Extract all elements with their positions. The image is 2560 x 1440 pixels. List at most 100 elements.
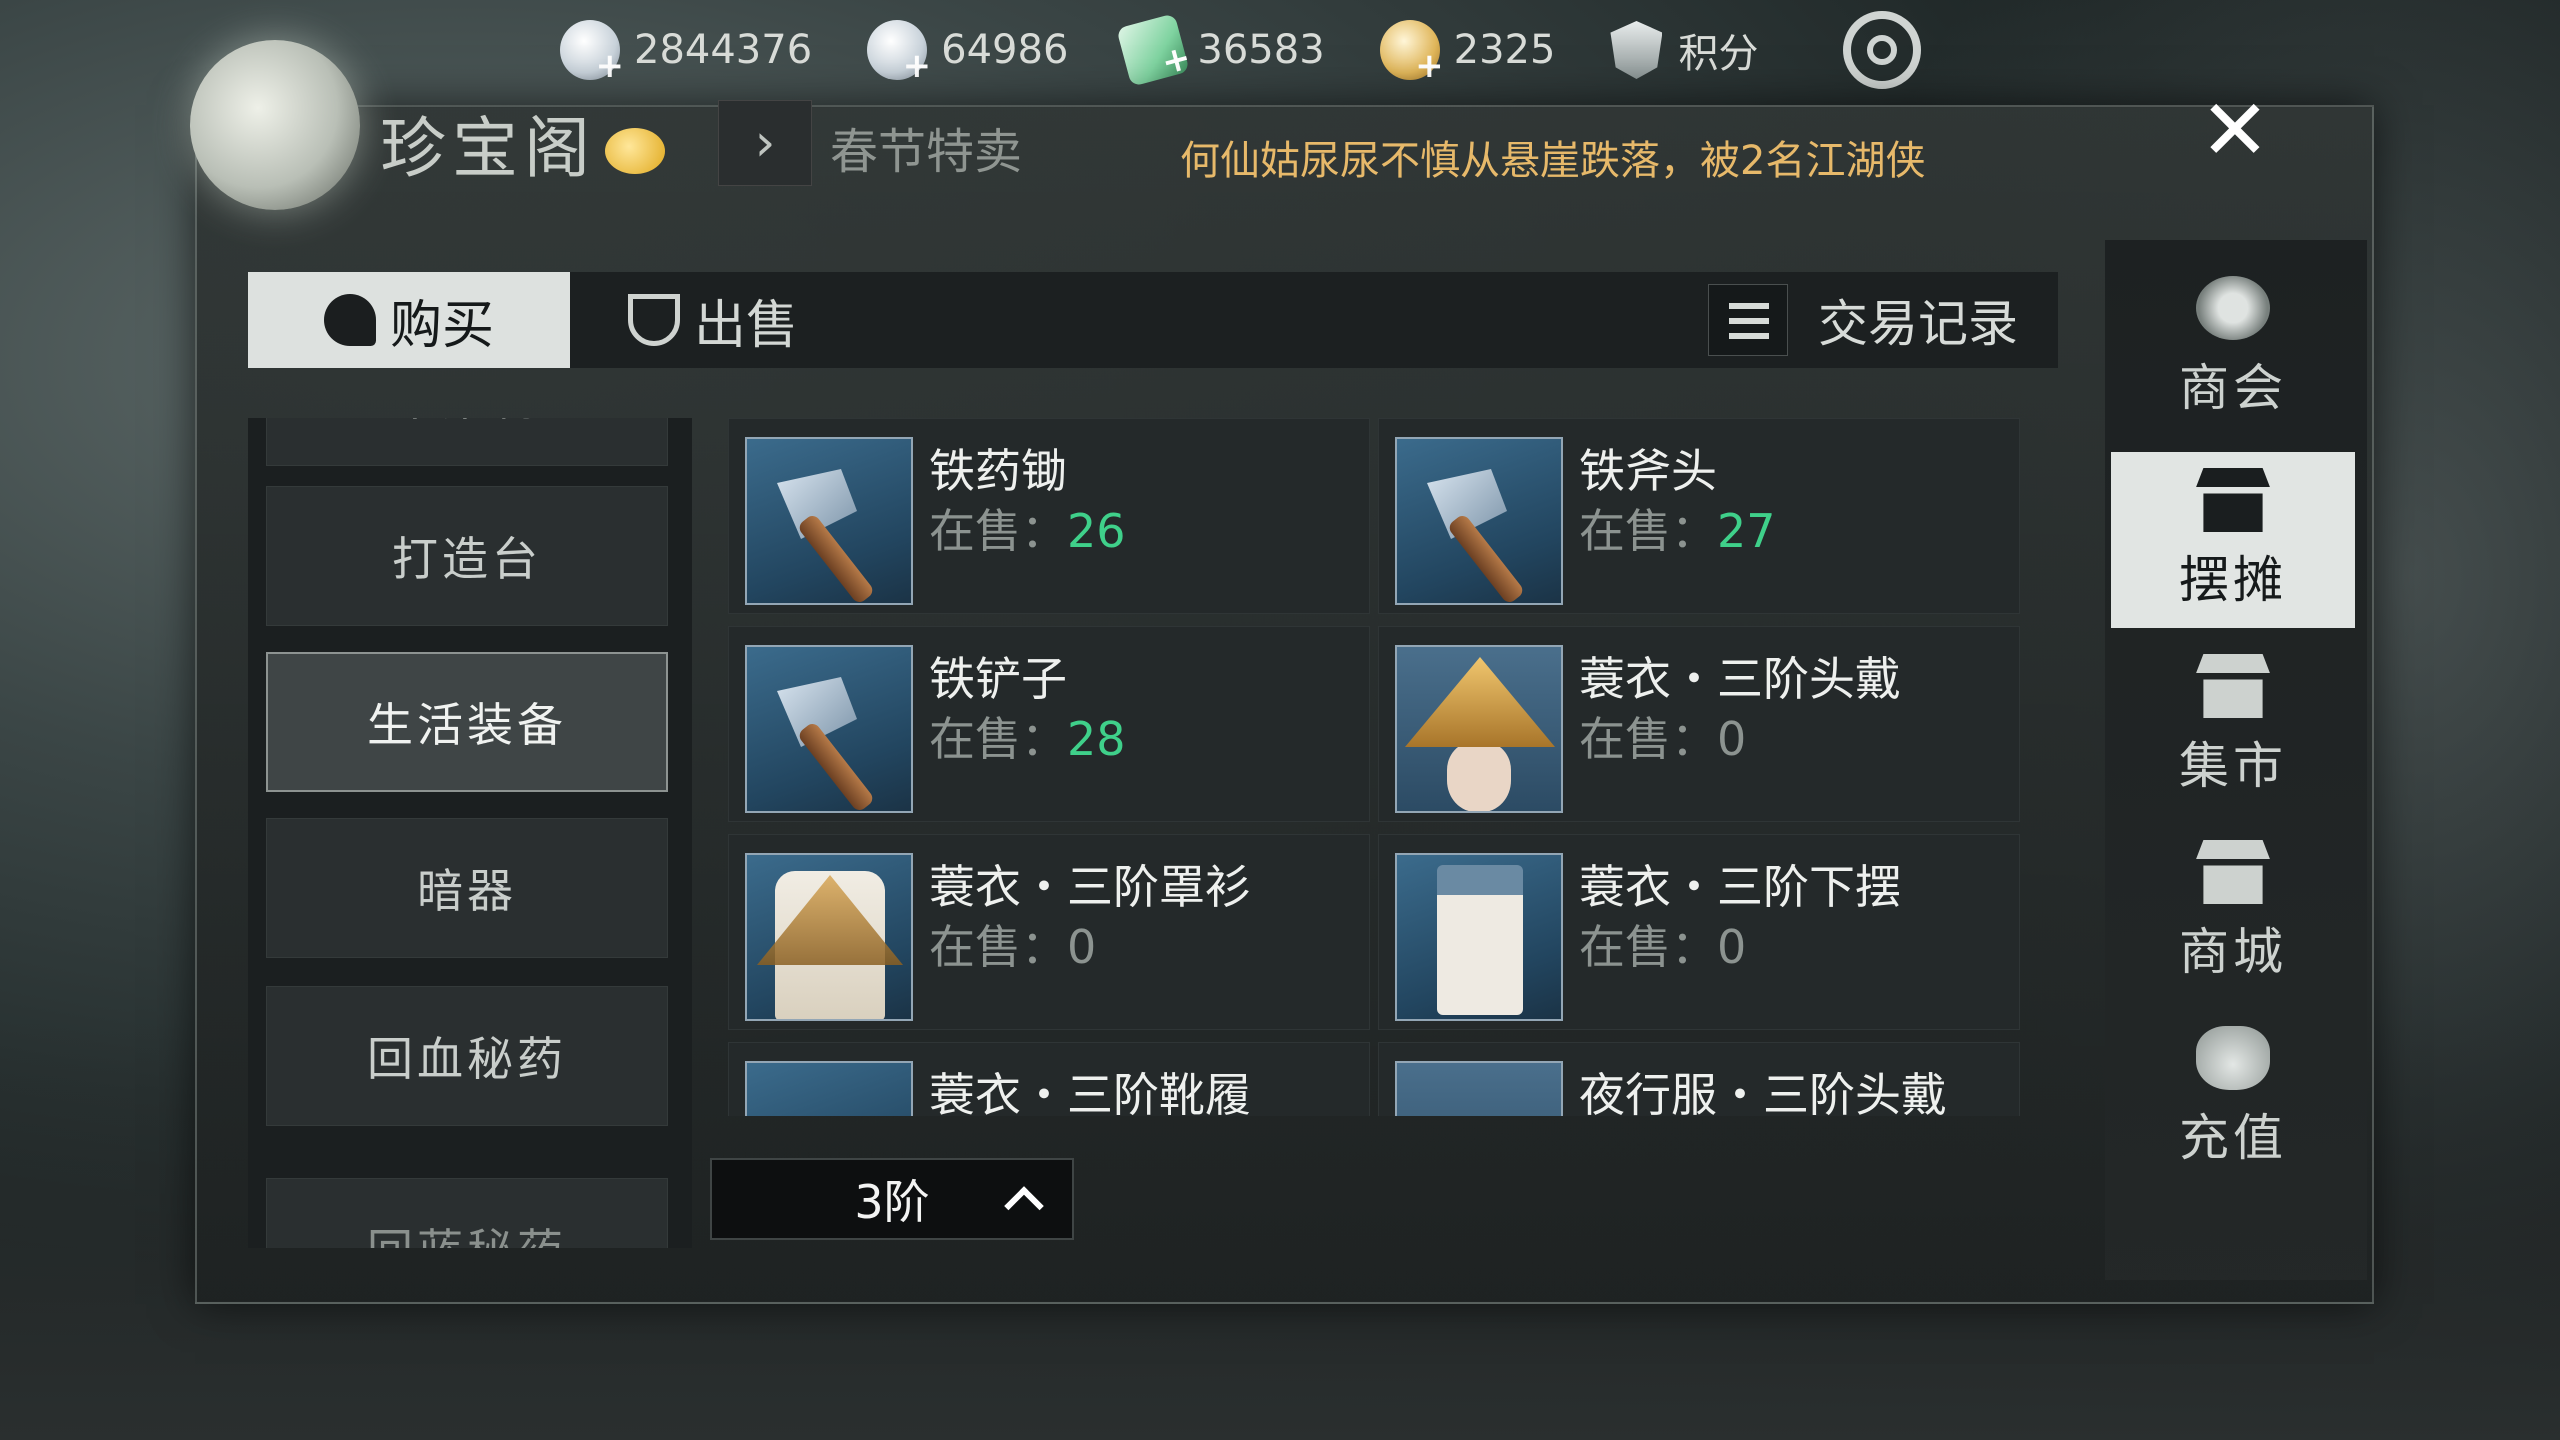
item-card[interactable]: 铁斧头 在售：27: [1378, 418, 2020, 614]
breadcrumb[interactable]: 春节特卖: [830, 112, 1022, 182]
straw-hat-icon: [1395, 645, 1563, 813]
stock-count: 26: [1067, 504, 1126, 558]
score-label: 积分: [1678, 31, 1759, 77]
tier-dropdown-value: 3阶: [854, 1175, 930, 1229]
trade-records-button[interactable]: 交易记录: [1708, 284, 2018, 356]
stock-label: 在售：: [929, 504, 1067, 558]
tab-sell[interactable]: 出售: [628, 272, 888, 368]
category-label: 回蓝秘药: [367, 1215, 567, 1248]
tab-sell-label: 出售: [694, 295, 799, 356]
category-list[interactable]: 采集物 打造台 生活装备 暗器 回血秘药 回蓝秘药: [248, 418, 692, 1248]
category-item-active[interactable]: 生活装备: [266, 652, 668, 792]
category-label: 打造台: [392, 532, 542, 586]
category-label: 采集物: [392, 418, 542, 429]
category-item[interactable]: 回血秘药: [266, 986, 668, 1126]
item-stock: 在售：28: [929, 703, 1126, 769]
hood-icon: [1395, 1061, 1563, 1116]
nav-label: 集市: [2179, 737, 2287, 795]
settings-icon[interactable]: [1843, 11, 1922, 89]
item-card[interactable]: 铁药锄 在售：26: [728, 418, 1370, 614]
item-stock: 在售：26: [929, 495, 1126, 561]
chevron-right-icon[interactable]: ›: [718, 100, 812, 186]
boots-icon: [745, 1061, 913, 1116]
moon-emblem-icon: [190, 40, 360, 210]
item-name: 铁铲子: [929, 652, 1067, 706]
tab-buy[interactable]: 购买: [248, 272, 570, 368]
currency-gold[interactable]: 2325: [1379, 20, 1556, 86]
stock-label: 在售：: [1579, 920, 1717, 974]
stall-icon: [2196, 468, 2270, 532]
category-label: 生活装备: [367, 698, 567, 752]
currency-jade-value: 36583: [1197, 27, 1325, 73]
nav-item-market[interactable]: 集市: [2111, 638, 2355, 814]
sell-hand-icon: [628, 294, 680, 346]
item-card[interactable]: 蓑衣・三阶头戴 在售：0: [1378, 626, 2020, 822]
stock-label: 在售：: [929, 920, 1067, 974]
item-stock: 在售：27: [1579, 495, 1776, 561]
item-card[interactable]: 蓑衣・三阶罩衫 在售：0: [728, 834, 1370, 1030]
page-title: 珍宝阁: [380, 110, 596, 187]
item-name: 蓑衣・三阶下摆: [1579, 860, 1901, 914]
hand-icon: [323, 294, 376, 346]
trade-records-label: 交易记录: [1818, 295, 2018, 353]
robe-icon: [745, 853, 913, 1021]
announcement-ticker: 何仙姑尿尿不慎从悬崖跌落，被2名江湖侠: [1180, 138, 1926, 184]
tab-bar: 购买 出售 交易记录: [248, 272, 2058, 368]
category-item[interactable]: 暗器: [266, 818, 668, 958]
item-name: 蓑衣・三阶头戴: [1579, 652, 1901, 706]
stock-count: 0: [1717, 712, 1747, 766]
nav-item-guild[interactable]: 商会: [2111, 260, 2355, 436]
item-stock: 在售：0: [929, 911, 1096, 977]
currency-silver[interactable]: 64986: [867, 20, 1068, 86]
category-item[interactable]: 回蓝秘药: [266, 1178, 668, 1248]
item-name: 夜行服・三阶头戴: [1579, 1068, 1947, 1116]
jade-icon: [1116, 13, 1191, 87]
currency-jade[interactable]: 36583: [1116, 13, 1325, 87]
category-label: 暗器: [417, 864, 517, 918]
item-card[interactable]: 铁铲子 在售：28: [728, 626, 1370, 822]
category-item[interactable]: 采集物: [266, 418, 668, 466]
category-label: 回血秘药: [367, 1032, 567, 1086]
coin-icon: [560, 20, 624, 86]
item-card[interactable]: 蓑衣・三阶靴履: [728, 1042, 1370, 1116]
axe-icon: [745, 437, 913, 605]
stock-count: 27: [1717, 504, 1776, 558]
nav-item-stall[interactable]: 摆摊: [2111, 452, 2355, 628]
axe-icon: [745, 645, 913, 813]
money-bag-icon: [2196, 1026, 2270, 1090]
market-icon: [2196, 654, 2270, 718]
gourd-icon: [605, 128, 665, 174]
currency-gold-value: 2325: [1453, 27, 1556, 73]
nav-label: 商城: [2179, 923, 2287, 981]
item-name: 蓑衣・三阶罩衫: [929, 860, 1251, 914]
item-name: 铁斧头: [1579, 444, 1717, 498]
shield-icon: [1610, 21, 1663, 79]
nav-item-mall[interactable]: 商城: [2111, 824, 2355, 1000]
stock-label: 在售：: [1579, 504, 1717, 558]
nav-item-recharge[interactable]: 充值: [2111, 1010, 2355, 1186]
tier-dropdown[interactable]: 3阶: [710, 1158, 1074, 1240]
stock-label: 在售：: [1579, 712, 1717, 766]
category-item[interactable]: 打造台: [266, 486, 668, 626]
currency-coin[interactable]: 2844376: [560, 20, 812, 86]
side-nav: 商会 摆摊 集市 商城 充值: [2105, 240, 2367, 1280]
score-button[interactable]: 积分: [1610, 21, 1758, 79]
item-card[interactable]: 夜行服・三阶头戴: [1378, 1042, 2020, 1116]
item-card[interactable]: 蓑衣・三阶下摆 在售：0: [1378, 834, 2020, 1030]
item-name: 铁药锄: [929, 444, 1067, 498]
item-stock: 在售：0: [1579, 911, 1746, 977]
nav-label: 摆摊: [2179, 551, 2287, 609]
chevron-up-icon: [1004, 1178, 1044, 1218]
currency-bar: 2844376 64986 36583 2325 积分: [560, 10, 1922, 90]
skirt-icon: [1395, 853, 1563, 1021]
nav-label: 充值: [2179, 1109, 2287, 1167]
pavilion-icon: [2196, 840, 2270, 904]
silver-ingot-icon: [867, 20, 931, 86]
list-icon: [1708, 284, 1788, 356]
item-stock: 在售：0: [1579, 703, 1746, 769]
close-button[interactable]: ✕: [2195, 81, 2275, 179]
stock-count: 28: [1067, 712, 1126, 766]
stock-count: 0: [1067, 920, 1097, 974]
gold-ingot-icon: [1379, 20, 1444, 86]
item-grid[interactable]: 铁药锄 在售：26 铁斧头 在售：27 铁铲子 在售：28 蓑衣・三阶头戴 在售…: [728, 418, 2028, 1116]
